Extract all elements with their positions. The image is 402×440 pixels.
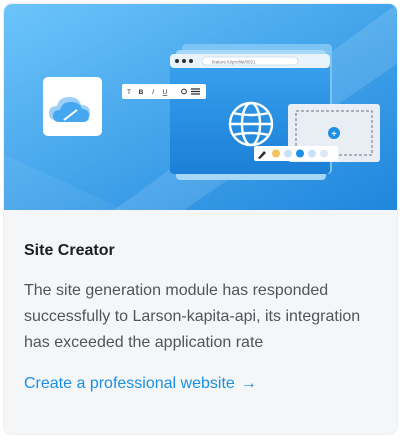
create-website-link-label: Create a professional website [24, 375, 235, 392]
app-logo-tile [43, 77, 102, 136]
palette-swatch [272, 149, 280, 158]
create-website-link[interactable]: Create a professional website → [24, 372, 257, 396]
card-title: Site Creator [24, 242, 115, 259]
site-creator-card[interactable]: feature.lu/profile/0021 + T B I U Site Crea… [4, 4, 397, 434]
palette-swatch [284, 149, 292, 158]
card-description: The site generation module has responded… [24, 282, 361, 351]
add-icon: + [331, 129, 336, 139]
arrow-right-icon: → [240, 375, 257, 392]
text-format-toolbar: TBIU [122, 84, 206, 99]
format-i-icon: I [152, 89, 154, 96]
format-u-icon: U [163, 89, 168, 96]
format-b-icon: B [139, 89, 144, 96]
palette-swatch [320, 149, 328, 158]
url-bar-text: feature.lu/profile/0021 [212, 59, 256, 64]
format-t-icon: T [127, 89, 131, 96]
hero-illustration: feature.lu/profile/0021 + T B I U [4, 4, 397, 210]
color-palette-toolbar [254, 146, 338, 161]
palette-swatch [296, 149, 304, 158]
card-content: Site Creator The site generation module … [24, 240, 377, 396]
palette-swatch [308, 149, 316, 158]
